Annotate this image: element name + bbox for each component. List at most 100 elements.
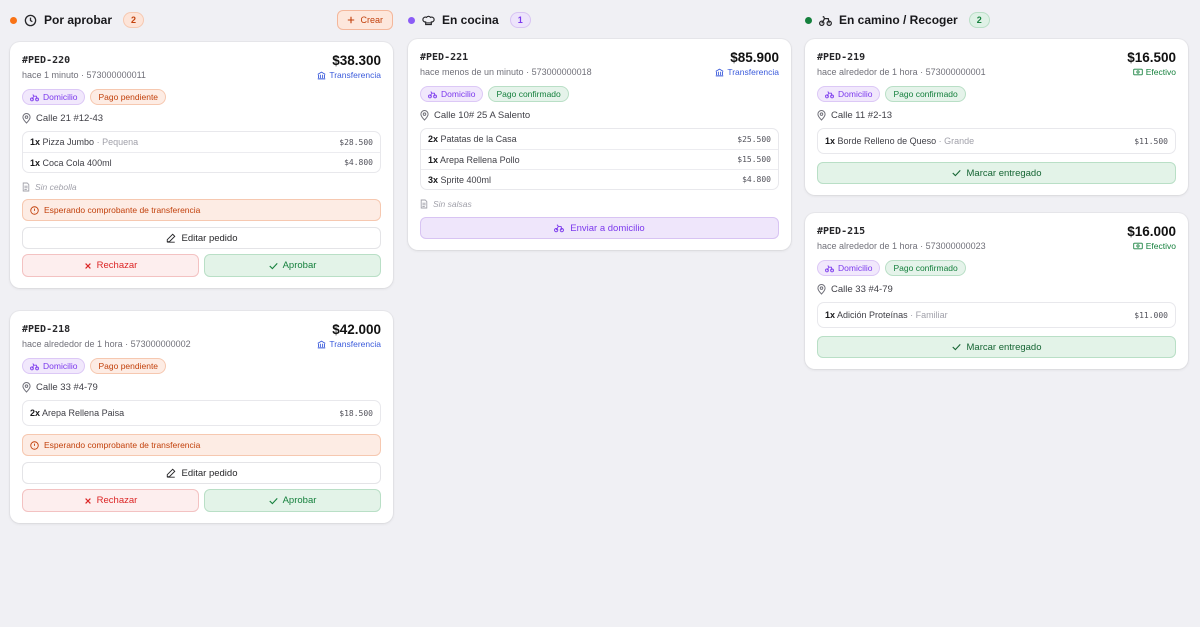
reject-button[interactable]: Rechazar (22, 254, 199, 277)
column-title: Por aprobar (44, 13, 113, 27)
count-badge: 2 (123, 12, 145, 28)
delivery-tag-label: Domicilio (43, 92, 78, 102)
note-icon (420, 199, 428, 209)
order-card: #PED-219 $16.500 hace alrededor de 1 hor… (805, 39, 1188, 195)
payment-method-label: Transferencia (727, 67, 779, 77)
alert-circle-icon (30, 205, 39, 215)
order-id: #PED-221 (420, 52, 469, 63)
address-text: Calle 21 #12-43 (36, 113, 104, 124)
item-price: $18.500 (339, 408, 373, 418)
order-meta: hace 1 minuto · 573000000011 (22, 70, 146, 80)
delivery-tag-label: Domicilio (838, 89, 873, 99)
mark-delivered-button[interactable]: Marcar entregado (817, 336, 1176, 358)
send-delivery-button[interactable]: Enviar a domicilio (420, 217, 779, 239)
alert-text: Esperando comprobante de transferencia (44, 205, 201, 215)
create-button[interactable]: Crear (337, 10, 393, 30)
column-header: En cocina 1 (408, 0, 791, 40)
note-text: Sin cebolla (35, 182, 77, 192)
delivery-tag-label: Domicilio (441, 89, 476, 99)
item-qty: 2x (428, 134, 439, 144)
item-name: Adición Proteínas (837, 310, 908, 320)
order-total: $42.000 (332, 322, 381, 337)
item-qty: 1x (30, 157, 41, 168)
payment-alert: Esperando comprobante de transferencia (22, 199, 381, 221)
item-qty: 3x (428, 174, 439, 185)
create-label: Crear (360, 15, 383, 25)
item-list: 1x Adición Proteínas · Familiar $11.000 (817, 302, 1176, 328)
payment-status-tag: Pago pendiente (90, 358, 167, 374)
bank-icon (317, 71, 326, 80)
approve-button[interactable]: Aprobar (204, 254, 381, 277)
send-delivery-label: Enviar a domicilio (570, 222, 645, 234)
order-meta: hace alrededor de 1 hora · 573000000023 (817, 241, 986, 251)
item-price: $4.800 (742, 175, 771, 184)
edit-order-button[interactable]: Editar pedido (22, 227, 381, 249)
item-qty: 1x (825, 310, 836, 320)
column-en-cocina: En cocina 1 #PED-221 $85.900 hace menos … (408, 0, 791, 250)
payment-alert: Esperando comprobante de transferencia (22, 434, 381, 456)
payment-method: Transferencia (317, 70, 381, 80)
address-text: Calle 11 #2-13 (831, 110, 893, 121)
item-price: $11.500 (1134, 136, 1168, 146)
column-header: En camino / Recoger 2 (805, 0, 1188, 40)
approve-label: Aprobar (282, 495, 317, 506)
order-note: Sin salsas (420, 199, 779, 209)
address: Calle 21 #12-43 (22, 113, 381, 124)
bike-icon (428, 90, 437, 99)
delivery-tag: Domicilio (22, 89, 86, 105)
order-card: #PED-221 $85.900 hace menos de un minuto… (408, 39, 791, 250)
chef-hat-icon (422, 14, 435, 27)
order-note: Sin cebolla (22, 182, 381, 192)
check-icon (951, 343, 961, 351)
payment-method-label: Efectivo (1145, 241, 1176, 251)
map-pin-icon (22, 113, 31, 124)
count-badge: 2 (968, 12, 990, 28)
item-variant: · Pequena (96, 137, 139, 147)
address: Calle 33 #4-79 (817, 284, 1176, 295)
bank-icon (715, 68, 724, 77)
column-en-camino: En camino / Recoger 2 #PED-219 $16.500 h… (805, 0, 1188, 369)
item-name: Arepa Rellena Paisa (42, 408, 125, 418)
item-name: Sprite 400ml (440, 174, 492, 185)
count-badge: 1 (509, 12, 531, 28)
edit-label: Editar pedido (181, 232, 238, 244)
address: Calle 11 #2-13 (817, 110, 1176, 121)
payment-status-tag: Pago confirmado (885, 260, 966, 276)
list-item: 1x Arepa Rellena Pollo $15.500 (421, 149, 778, 169)
order-meta: hace alrededor de 1 hora · 573000000001 (817, 67, 986, 77)
list-item: 3x Sprite 400ml $4.800 (421, 169, 778, 189)
order-total: $85.900 (730, 50, 779, 65)
order-id: #PED-219 (817, 52, 866, 63)
delivery-tag: Domicilio (817, 260, 881, 276)
reject-button[interactable]: Rechazar (22, 489, 199, 512)
cash-icon (1133, 242, 1143, 250)
column-header: Por aprobar 2 Crear (10, 0, 393, 40)
bike-icon (825, 264, 834, 273)
delivery-tag: Domicilio (817, 86, 881, 102)
payment-method: Efectivo (1133, 241, 1176, 251)
list-item: 2x Arepa Rellena Paisa $18.500 (23, 401, 380, 425)
order-id: #PED-220 (22, 55, 71, 66)
order-id: #PED-215 (817, 226, 866, 237)
payment-method: Transferencia (715, 67, 779, 77)
edit-order-button[interactable]: Editar pedido (22, 462, 381, 484)
mark-delivered-button[interactable]: Marcar entregado (817, 162, 1176, 184)
order-meta: hace menos de un minuto · 573000000018 (420, 67, 592, 77)
payment-method: Efectivo (1133, 67, 1176, 77)
address-text: Calle 10# 25 A Salento (434, 110, 531, 121)
note-text: Sin salsas (433, 199, 472, 209)
item-name: Arepa Rellena Pollo (440, 154, 520, 165)
status-dot (805, 16, 812, 24)
list-item: 1x Borde Relleno de Queso · Grande $11.5… (818, 129, 1175, 153)
status-dot (10, 16, 17, 24)
approve-button[interactable]: Aprobar (204, 489, 381, 512)
map-pin-icon (420, 110, 429, 121)
list-item: 1x Coca Cola 400ml $4.800 (23, 152, 380, 172)
item-name: Borde Relleno de Queso (837, 136, 937, 146)
reject-label: Rechazar (96, 495, 138, 506)
bank-icon (317, 340, 326, 349)
item-list: 2x Patatas de la Casa $25.500 1x Arepa R… (420, 128, 779, 190)
note-icon (22, 182, 30, 192)
item-price: $28.500 (339, 137, 373, 147)
map-pin-icon (817, 110, 826, 121)
